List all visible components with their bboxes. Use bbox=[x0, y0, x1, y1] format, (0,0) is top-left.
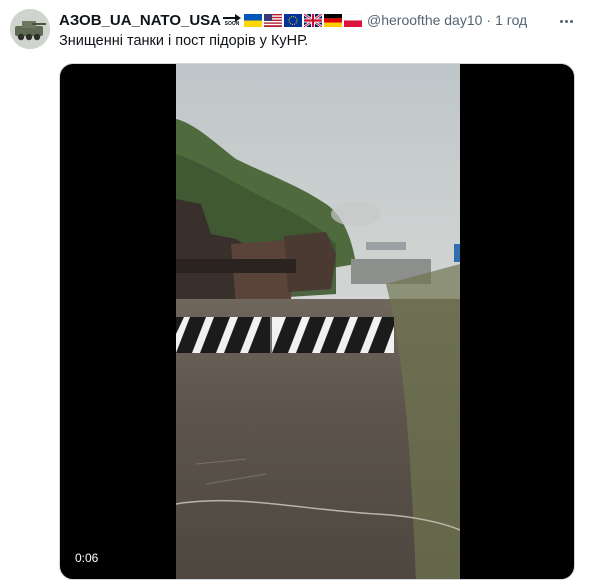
flag-us-icon bbox=[264, 13, 283, 27]
soon-badge: SOON bbox=[224, 20, 240, 27]
flag-ua-icon bbox=[244, 13, 263, 27]
flag-pl-icon bbox=[344, 13, 363, 27]
video-frame[interactable] bbox=[176, 64, 460, 579]
tweet-time[interactable]: 1 год bbox=[495, 12, 527, 28]
avatar[interactable] bbox=[10, 9, 50, 49]
flag-de-icon bbox=[324, 13, 343, 27]
avatar-vehicle-image bbox=[10, 9, 50, 49]
flag-emojis bbox=[244, 13, 363, 27]
user-handle[interactable]: @heroofthe day10 bbox=[367, 12, 482, 28]
video-player[interactable]: 0:06 bbox=[59, 63, 575, 580]
flag-eu-icon bbox=[284, 13, 303, 27]
destroyed-tanks-video-image bbox=[176, 64, 460, 579]
tweet-header: АЗОВ_UA_NATO_USA SOON @heroofthe day10 ·… bbox=[59, 10, 527, 30]
display-name[interactable]: АЗОВ_UA_NATO_USA bbox=[59, 12, 221, 29]
flag-uk-icon bbox=[304, 13, 323, 27]
tweet-text: Знищенні танки і пост підорів у КуНР. bbox=[59, 33, 309, 49]
soon-arrow-icon: SOON bbox=[223, 13, 242, 27]
more-horizontal-icon[interactable] bbox=[557, 12, 575, 30]
video-timestamp: 0:06 bbox=[75, 551, 99, 565]
separator-dot: · bbox=[486, 12, 492, 28]
tweet[interactable]: АЗОВ_UA_NATO_USA SOON @heroofthe day10 ·… bbox=[0, 0, 589, 587]
